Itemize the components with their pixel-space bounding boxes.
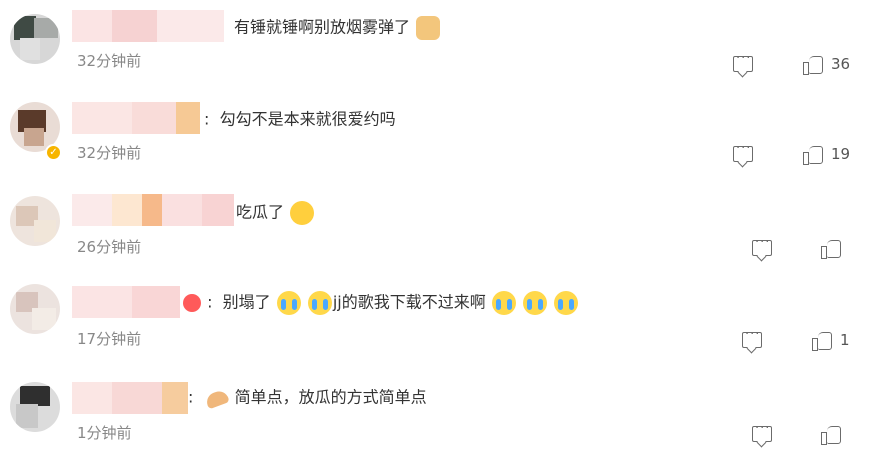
like-count: 1 bbox=[840, 331, 850, 349]
verified-badge-icon: ✓ bbox=[45, 144, 62, 161]
thumbs-up-icon bbox=[803, 55, 823, 75]
like-button[interactable] bbox=[821, 239, 841, 259]
avatar[interactable] bbox=[10, 14, 60, 64]
reply-button[interactable] bbox=[752, 421, 772, 442]
comment-text: : 简单点，放瓜的方式简单点 bbox=[188, 384, 427, 411]
yum-face-emoji-icon bbox=[290, 200, 315, 225]
comment-text: : 勾勾不是本来就很爱约吗 bbox=[204, 109, 396, 129]
reply-button[interactable] bbox=[733, 141, 753, 162]
comment-item: ✓ : 勾勾不是本来就很爱约吗 32分钟前 19 bbox=[0, 92, 869, 186]
heart-eyes-emoji-icon bbox=[183, 293, 201, 312]
like-button[interactable]: 1 bbox=[812, 331, 850, 351]
comment-time: 32分钟前 bbox=[77, 52, 142, 70]
comment-time: 26分钟前 bbox=[77, 238, 142, 256]
crying-face-emoji-icon bbox=[276, 290, 301, 315]
comment-text: 有锤就锤啊别放烟雾弹了 bbox=[234, 14, 441, 41]
username-blurred[interactable] bbox=[72, 382, 188, 414]
reply-button[interactable] bbox=[733, 51, 753, 72]
like-button[interactable] bbox=[821, 425, 841, 445]
username-blurred[interactable] bbox=[72, 102, 200, 134]
comment-time: 1分钟前 bbox=[77, 424, 132, 442]
like-button[interactable]: 19 bbox=[803, 145, 851, 165]
comment-time: 17分钟前 bbox=[77, 330, 142, 348]
thumbs-up-icon bbox=[812, 331, 832, 351]
thumbs-up-icon bbox=[821, 239, 841, 259]
thumbs-up-icon bbox=[821, 425, 841, 445]
crying-face-emoji-icon bbox=[491, 290, 516, 315]
dog-emoji-icon bbox=[416, 15, 441, 40]
username-blurred[interactable] bbox=[72, 194, 234, 226]
comment-icon bbox=[742, 327, 762, 348]
like-button[interactable]: 36 bbox=[803, 55, 851, 75]
comment-item: 有锤就锤啊别放烟雾弹了 32分钟前 36 bbox=[0, 0, 869, 92]
avatar[interactable] bbox=[10, 196, 60, 246]
comment-text: 吃瓜了 bbox=[236, 199, 315, 226]
crying-face-emoji-icon bbox=[307, 290, 332, 315]
comment-item: : 别塌了 jj的歌我下载不过来啊 17分钟前 1 bbox=[0, 278, 869, 372]
username-blurred[interactable] bbox=[72, 10, 224, 42]
comment-item: : 简单点，放瓜的方式简单点 1分钟前 bbox=[0, 372, 869, 462]
like-count: 36 bbox=[831, 55, 851, 73]
comment-icon bbox=[752, 235, 772, 256]
reply-button[interactable] bbox=[752, 235, 772, 256]
like-count: 19 bbox=[831, 145, 851, 163]
crying-face-emoji-icon bbox=[554, 290, 579, 315]
username-blurred[interactable] bbox=[72, 286, 180, 318]
praying-hands-emoji-icon bbox=[205, 386, 229, 410]
reply-button[interactable] bbox=[742, 327, 762, 348]
comment-time: 32分钟前 bbox=[77, 144, 142, 162]
comment-item: 吃瓜了 26分钟前 bbox=[0, 186, 869, 278]
thumbs-up-icon bbox=[803, 145, 823, 165]
avatar[interactable] bbox=[10, 382, 60, 432]
comment-icon bbox=[752, 421, 772, 442]
comment-text: : 别塌了 jj的歌我下载不过来啊 bbox=[182, 289, 579, 316]
avatar[interactable] bbox=[10, 284, 60, 334]
comment-icon bbox=[733, 51, 753, 72]
crying-face-emoji-icon bbox=[522, 290, 547, 315]
comment-icon bbox=[733, 141, 753, 162]
